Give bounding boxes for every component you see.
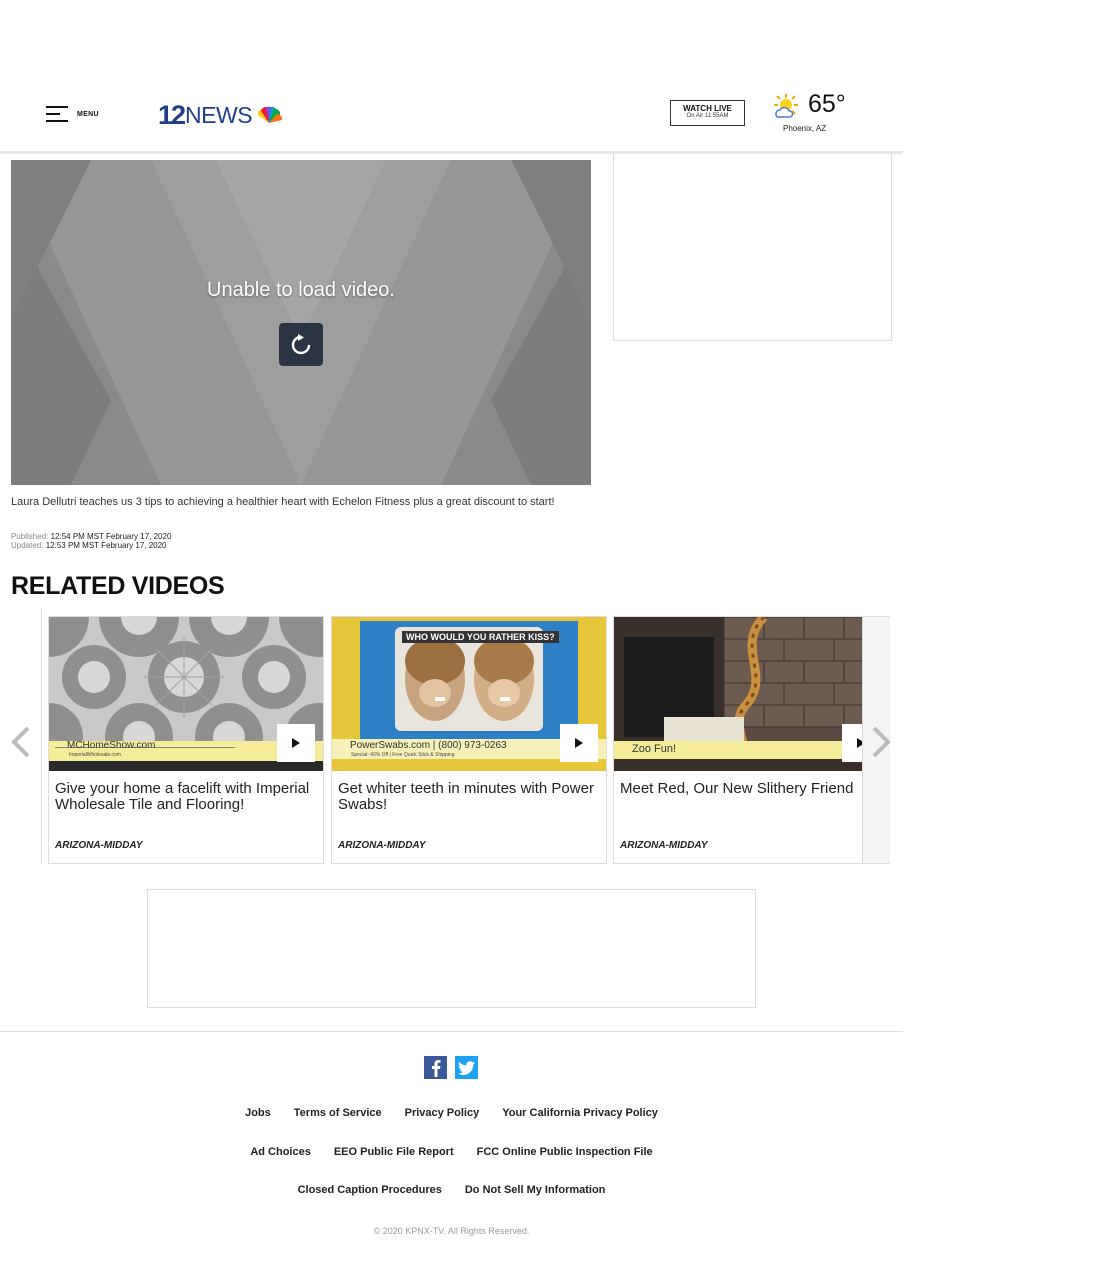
card-headline[interactable]: Meet Red, Our New Slithery Friend: [620, 781, 882, 797]
video-error-message: Unable to load video.: [207, 279, 395, 301]
facebook-link[interactable]: [424, 1056, 447, 1079]
site-header: MENU 12 NEWS WATCH LIVE On Air 11:55AM 6…: [0, 88, 903, 154]
footer-link-eeo[interactable]: EEO Public File Report: [334, 1146, 454, 1158]
video-thumbnail: MCHomeShow.com ImperialWholesale.com: [49, 617, 323, 771]
card-headline[interactable]: Give your home a facelift with Imperial …: [55, 781, 317, 813]
weather-temperature: 65°: [808, 90, 846, 118]
footer-link-california-privacy[interactable]: Your California Privacy Policy: [502, 1107, 658, 1119]
watch-live-title: WATCH LIVE: [683, 104, 732, 113]
watch-live-button[interactable]: WATCH LIVE On Air 11:55AM: [670, 100, 745, 126]
footer-links-row-1: Jobs Terms of Service Privacy Policy You…: [0, 1107, 903, 1119]
related-video-card[interactable]: Zoo Fun! Meet Red, Our New Slithery Frie…: [613, 616, 889, 864]
updated-label: Updated:: [11, 541, 44, 550]
published-value: 12:54 PM MST February 17, 2020: [50, 532, 172, 541]
facebook-icon: [431, 1059, 440, 1077]
thumbnail-banner: WHO WOULD YOU RATHER KISS?: [402, 631, 559, 643]
footer-link-do-not-sell[interactable]: Do Not Sell My Information: [465, 1184, 606, 1196]
retry-button[interactable]: [279, 323, 323, 366]
menu-button[interactable]: MENU: [46, 105, 99, 123]
menu-icon: [46, 105, 68, 123]
weather-widget[interactable]: 65° Phoenix, AZ: [772, 90, 852, 134]
video-player[interactable]: Unable to load video.: [11, 160, 591, 485]
play-button[interactable]: [277, 724, 315, 762]
twitter-link[interactable]: [455, 1056, 478, 1079]
card-headline[interactable]: Get whiter teeth in minutes with Power S…: [338, 781, 600, 813]
thumbnail-overlay-sub: ImperialWholesale.com: [69, 752, 121, 758]
carousel-divider: [41, 608, 42, 864]
card-category-tag: ARIZONA-MIDDAY: [620, 840, 708, 851]
video-thumbnail: WHO WOULD YOU RATHER KISS? PowerSwabs.co…: [332, 617, 606, 771]
chevron-left-icon[interactable]: [10, 726, 32, 758]
chevron-right-icon[interactable]: [870, 726, 892, 758]
logo-text: NEWS: [185, 101, 253, 128]
related-video-card[interactable]: MCHomeShow.com ImperialWholesale.com Giv…: [48, 616, 324, 864]
updated-value: 12:53 PM MST February 17, 2020: [45, 541, 167, 550]
watch-live-subtitle: On Air 11:55AM: [686, 113, 729, 119]
related-video-card[interactable]: WHO WOULD YOU RATHER KISS? PowerSwabs.co…: [331, 616, 607, 864]
sidebar-ad-slot: [613, 154, 892, 341]
related-videos-carousel: MCHomeShow.com ImperialWholesale.com Giv…: [0, 608, 903, 866]
footer-link-ad-choices[interactable]: Ad Choices: [250, 1146, 311, 1158]
logo-number: 12: [158, 99, 186, 130]
footer-link-closed-caption[interactable]: Closed Caption Procedures: [298, 1184, 442, 1196]
footer-link-jobs[interactable]: Jobs: [245, 1107, 271, 1119]
social-links: [424, 1056, 478, 1079]
retry-icon: [291, 333, 311, 354]
footer-divider: [0, 1031, 903, 1032]
thumbnail-overlay-sub: Special: 40% Off | Free Quick Stick & Sh…: [351, 752, 455, 758]
weather-location: Phoenix, AZ: [783, 124, 827, 133]
published-label: Published:: [11, 532, 49, 541]
card-category-tag: ARIZONA-MIDDAY: [338, 840, 426, 851]
play-icon: [292, 738, 300, 748]
thumbnail-overlay-main: MCHomeShow.com: [67, 740, 156, 751]
play-button[interactable]: [560, 724, 598, 762]
site-logo[interactable]: 12 NEWS: [158, 100, 283, 130]
video-caption: Laura Dellutri teaches us 3 tips to achi…: [11, 496, 555, 508]
footer-link-fcc[interactable]: FCC Online Public Inspection File: [477, 1146, 653, 1158]
thumbnail-overlay-main: PowerSwabs.com | (800) 973-0263: [350, 740, 507, 751]
thumbnail-overlay-main: Zoo Fun!: [632, 743, 677, 755]
bottom-ad-slot: [147, 889, 756, 1008]
footer-links-row-2: Ad Choices EEO Public File Report FCC On…: [0, 1146, 903, 1158]
video-thumbnail: Zoo Fun!: [614, 617, 888, 771]
copyright: © 2020 KPNX-TV. All Rights Reserved.: [373, 1226, 530, 1236]
sun-cloud-icon: [774, 94, 798, 118]
menu-label: MENU: [77, 110, 99, 118]
related-videos-heading: RELATED VIDEOS: [11, 572, 225, 600]
play-icon: [575, 738, 583, 748]
peacock-logo-icon: [257, 106, 283, 123]
footer-link-privacy[interactable]: Privacy Policy: [405, 1107, 480, 1119]
article-timestamps: Published: 12:54 PM MST February 17, 202…: [11, 532, 171, 550]
card-category-tag: ARIZONA-MIDDAY: [55, 840, 143, 851]
footer-link-terms[interactable]: Terms of Service: [294, 1107, 382, 1119]
twitter-icon: [458, 1060, 475, 1075]
footer-links-row-3: Closed Caption Procedures Do Not Sell My…: [0, 1184, 903, 1196]
